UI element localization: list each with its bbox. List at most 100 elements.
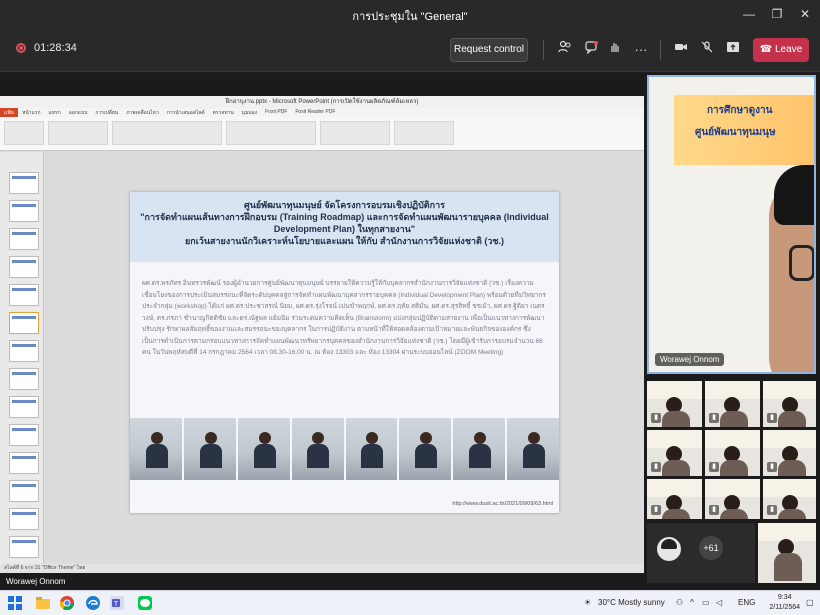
camera-icon[interactable] (672, 40, 690, 60)
participant-tile[interactable]: ▮ (705, 479, 760, 519)
volume-icon[interactable]: ◁ (716, 598, 722, 607)
recording-icon (16, 43, 26, 53)
slide-thumbnail (9, 424, 39, 446)
share-icon[interactable] (724, 40, 742, 60)
tray-people-icon[interactable]: ⚇ (676, 598, 683, 607)
meeting-timer: 01:28:34 (34, 42, 77, 54)
close-button[interactable]: ✕ (794, 4, 816, 24)
slide-thumbnail (9, 340, 39, 362)
ppt-title: ฝึกอาบุงาน.pptx - Microsoft PowerPoint (… (0, 96, 644, 108)
ppt-ribbon (0, 117, 644, 151)
ppt-tab: การนำเสนอสไลด์ (166, 110, 205, 116)
windows-taskbar: T ☀ 30°C Mostly sunny ⚇ ^ ▭ ◁ ENG 9:34 2… (0, 590, 820, 615)
leave-button[interactable]: ☎ Leave (753, 38, 809, 62)
slide-photo-strip (130, 418, 559, 480)
ppt-tab: Foxit PDF (265, 109, 288, 115)
toolbar-divider (543, 40, 544, 60)
slide-photo (237, 418, 290, 480)
slide-heading-line: "การจัดทำแผนเส้นทางการฝึกอบรม (Training … (140, 212, 549, 222)
presenter-glasses (789, 245, 814, 281)
bottom-presenter-name: Worawej Onnom (6, 577, 66, 586)
weather-text[interactable]: 30°C Mostly sunny (598, 598, 665, 607)
slide-photo (291, 418, 344, 480)
language-indicator[interactable]: ENG (738, 598, 755, 607)
ribbon-group (4, 121, 44, 145)
ppt-tab: หน้าแรก (22, 110, 41, 116)
edge-icon[interactable] (86, 596, 100, 610)
slide-photo (345, 418, 398, 480)
slide-url: http://www.dusit.ac.th/2021/09/09/63.htm… (452, 501, 553, 507)
participant-tile[interactable]: ▮ (763, 479, 816, 519)
taskbar-clock[interactable]: 9:34 2/11/2564 (769, 593, 800, 613)
ppt-tab: Foxit Reader PDF (295, 109, 336, 115)
shared-screen-powerpoint: ฝึกอาบุงาน.pptx - Microsoft PowerPoint (… (0, 96, 644, 573)
chrome-icon[interactable] (59, 596, 75, 611)
slide-photo (399, 418, 452, 480)
more-icon[interactable]: ··· (632, 40, 650, 60)
slide-thumbnail (9, 200, 39, 222)
participant-tile[interactable]: ▮ (705, 381, 760, 427)
chat-icon[interactable] (582, 40, 600, 60)
slide-thumbnail (9, 256, 39, 278)
slide-thumbnail (9, 284, 39, 306)
participant-tile[interactable]: ▮ (705, 430, 760, 476)
tray-chevron-icon[interactable]: ^ (690, 598, 694, 607)
windows-icon[interactable] (8, 596, 22, 610)
mic-off-icon[interactable] (698, 40, 716, 60)
slide-thumbnail (9, 368, 39, 390)
participant-tile[interactable]: ▮ (763, 381, 816, 427)
line-icon[interactable] (138, 596, 152, 610)
ppt-tab: ภาพเคลื่อนไหว (126, 110, 159, 116)
window-title: การประชุมใน "General" (352, 11, 468, 23)
teams-icon[interactable]: T (110, 596, 124, 610)
presenter-name: Worawej Onnom (660, 355, 720, 364)
ribbon-group (48, 121, 108, 145)
ppt-tab: แทรก (48, 110, 61, 116)
participant-tile[interactable]: ▮ (647, 381, 702, 427)
clock-time: 9:34 (777, 594, 792, 601)
ppt-tab: ตรวจทาน (212, 110, 234, 116)
slide-heading-line: ศูนย์พัฒนาทุนมนุษย์ จัดโครงการอบรมเชิงปฏ… (244, 200, 445, 210)
slide-photo (507, 418, 559, 480)
presenter-nameplate: Worawej Onnom (655, 353, 725, 366)
people-icon[interactable] (556, 40, 574, 60)
ribbon-group (394, 121, 454, 145)
ribbon-group (226, 121, 316, 145)
mic-off-icon: ▮ (651, 505, 661, 515)
raise-hand-icon[interactable] (606, 40, 624, 60)
slide-heading-line: ยกเว้นสายงานนักวิเคราะห์นโยบายและแผน ให้… (185, 236, 504, 246)
participant-tile[interactable]: ▮ (763, 430, 816, 476)
leave-label: Leave (775, 44, 803, 55)
file-explorer-icon[interactable] (36, 596, 50, 610)
mic-off-icon: ▮ (709, 505, 719, 515)
participant-tile-presenter[interactable]: การศึกษาดูงาน ศูนย์พัฒนาทุนมนุษ Worawej … (647, 75, 816, 374)
mic-off-icon: ▮ (709, 462, 719, 472)
svg-text:T: T (114, 601, 119, 608)
slide-photo (130, 418, 182, 480)
avatar (657, 537, 681, 561)
slide-heading: ศูนย์พัฒนาทุนมนุษย์ จัดโครงการอบรมเชิงปฏ… (130, 199, 559, 247)
presenter-hair (774, 165, 814, 225)
participant-tile[interactable] (758, 523, 816, 583)
notification-icon[interactable]: ▢ (806, 598, 814, 607)
hangup-icon: ☎ (759, 44, 773, 55)
ppt-status-bar: สไลด์ที่ 6 จาก 31 "Office Theme" ไทย (0, 564, 644, 573)
ppt-tab: มุมมอง (241, 110, 258, 116)
slide-thumbnail (9, 536, 39, 558)
minimize-button[interactable]: — (738, 4, 760, 24)
maximize-button[interactable]: ❐ (766, 4, 788, 24)
mic-off-icon: ▮ (767, 505, 777, 515)
ppt-ribbon-tabs: แฟ้ม หน้าแรก แทรก ออกแบบ การเปลี่ยน ภาพเ… (0, 108, 644, 117)
participant-tile[interactable]: ▮ (647, 479, 702, 519)
presenter-banner-text: การศึกษาดูงาน (707, 105, 773, 116)
overflow-participants[interactable]: +61 (647, 523, 755, 583)
slide-thumbnails (0, 152, 44, 564)
network-icon[interactable]: ▭ (702, 598, 710, 607)
clock-date: 2/11/2564 (769, 604, 800, 611)
slide-heading-line: Development Plan) ในทุกสายงาน" (273, 224, 416, 234)
ppt-tab: แฟ้ม (0, 108, 19, 117)
request-control-button[interactable]: Request control (450, 38, 528, 62)
overflow-count[interactable]: +61 (699, 536, 723, 560)
weather-icon[interactable]: ☀ (584, 598, 591, 607)
participant-tile[interactable]: ▮ (647, 430, 702, 476)
